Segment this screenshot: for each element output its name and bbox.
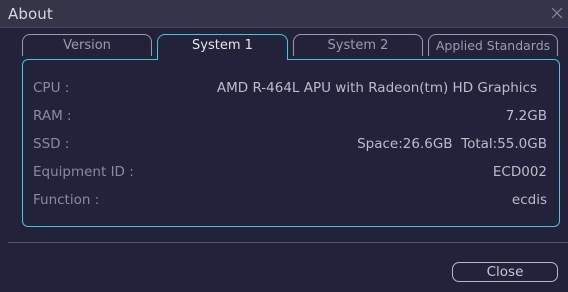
- tab-bar: Version System 1 System 2 Applied Standa…: [20, 34, 560, 60]
- footer-divider: [8, 242, 568, 243]
- tab-system-1[interactable]: System 1: [157, 34, 288, 60]
- equipment-id-label: Equipment ID :: [33, 164, 134, 180]
- system-info-panel: CPU : AMD R-464L APU with Radeon(tm) HD …: [22, 59, 560, 227]
- tab-version[interactable]: Version: [22, 34, 152, 56]
- ssd-row: SSD : Space:26.6GB Total:55.0GB: [33, 133, 547, 155]
- about-dialog: About Version System 1 System 2 Applied …: [0, 0, 568, 292]
- function-row: Function : ecdis: [33, 189, 547, 211]
- function-label: Function :: [33, 192, 100, 208]
- cpu-value: AMD R-464L APU with Radeon(tm) HD Graphi…: [216, 80, 537, 96]
- equipment-id-row: Equipment ID : ECD002: [33, 161, 547, 183]
- tab-system-2[interactable]: System 2: [293, 34, 423, 56]
- ssd-label: SSD :: [33, 136, 70, 152]
- ssd-value: Space:26.6GB Total:55.0GB: [357, 136, 547, 152]
- ram-value: 7.2GB: [505, 108, 547, 124]
- dialog-title: About: [8, 5, 53, 23]
- title-bar: About: [0, 0, 568, 28]
- close-icon[interactable]: [550, 6, 564, 20]
- ram-row: RAM : 7.2GB: [33, 105, 547, 127]
- equipment-id-value: ECD002: [492, 164, 547, 180]
- tab-applied-standards[interactable]: Applied Standards: [428, 34, 558, 56]
- cpu-label: CPU :: [33, 80, 70, 96]
- function-value: ecdis: [511, 192, 547, 208]
- close-button[interactable]: Close: [452, 262, 558, 282]
- cpu-row: CPU : AMD R-464L APU with Radeon(tm) HD …: [33, 77, 547, 99]
- ram-label: RAM :: [33, 108, 72, 124]
